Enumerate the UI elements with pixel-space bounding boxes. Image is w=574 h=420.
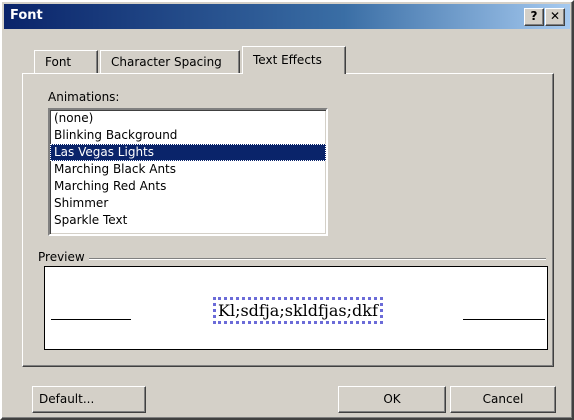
tab-character-spacing[interactable]: Character Spacing [100, 50, 240, 73]
cancel-button[interactable]: Cancel [450, 386, 556, 413]
title-bar[interactable]: Font ? ✕ [4, 4, 570, 29]
preview-label: Preview [38, 250, 89, 264]
ok-button[interactable]: OK [338, 386, 446, 413]
default-button[interactable]: Default... [32, 386, 146, 413]
window-title: Font [10, 8, 43, 23]
tab-font[interactable]: Font [34, 50, 98, 73]
close-icon: ✕ [549, 9, 561, 23]
help-button[interactable]: ? [524, 8, 544, 26]
font-dialog: Font ? ✕ Font Character Spacing Text Eff… [0, 0, 574, 420]
close-button[interactable]: ✕ [545, 8, 565, 26]
tab-panel [22, 73, 554, 367]
active-tab-joint [243, 72, 324, 75]
tab-text-effects[interactable]: Text Effects [242, 46, 346, 74]
